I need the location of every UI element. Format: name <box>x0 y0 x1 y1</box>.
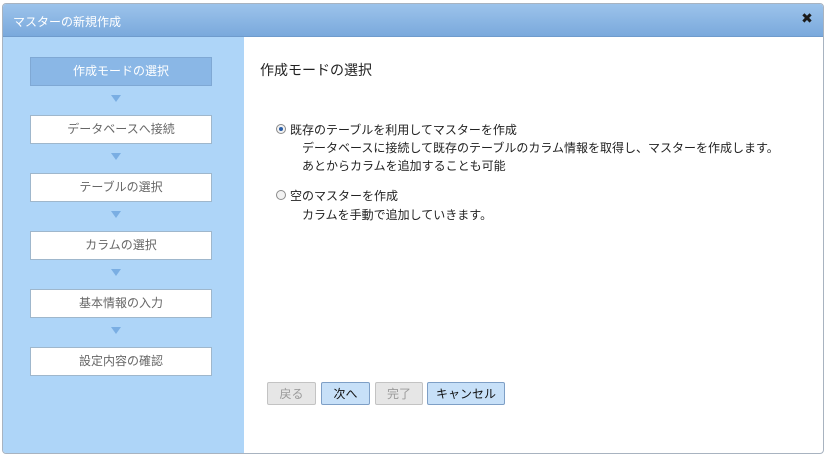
existing-table-description-line2: あとからカラムを追加することも可能 <box>302 159 506 173</box>
empty-master-radio[interactable] <box>276 190 286 200</box>
down-arrow-icon <box>111 269 121 276</box>
down-arrow-icon <box>111 153 121 160</box>
existing-table-option-label[interactable]: 既存のテーブルを利用してマスターを作成 <box>290 121 517 138</box>
dialog-titlebar: マスターの新規作成 ✖ <box>3 4 823 37</box>
empty-master-description: カラムを手動で追加していきます。 <box>302 208 493 222</box>
step-select-columns: カラムの選択 <box>30 231 212 260</box>
finish-button[interactable]: 完了 <box>375 382 423 405</box>
down-arrow-icon <box>111 327 121 334</box>
step-basic-info: 基本情報の入力 <box>30 289 212 318</box>
next-button[interactable]: 次へ <box>321 382 370 405</box>
existing-table-description-line1: データベースに接続して既存のテーブルのカラム情報を取得し、マスターを作成します。 <box>302 141 779 155</box>
step-select-mode: 作成モードの選択 <box>30 57 212 86</box>
down-arrow-icon <box>111 211 121 218</box>
dialog-title: マスターの新規作成 <box>13 15 122 29</box>
close-icon[interactable]: ✖ <box>799 11 815 27</box>
step-confirm-settings: 設定内容の確認 <box>30 347 212 376</box>
back-button[interactable]: 戻る <box>267 382 316 405</box>
cancel-button[interactable]: キャンセル <box>427 382 505 405</box>
existing-table-radio[interactable] <box>276 124 286 134</box>
step-connect-database: データベースへ接続 <box>30 115 212 144</box>
down-arrow-icon <box>111 95 121 102</box>
page-title: 作成モードの選択 <box>260 63 372 79</box>
wizard-content: 作成モードの選択 既存のテーブルを利用してマスターを作成 データベースに接続して… <box>245 37 823 453</box>
step-select-table: テーブルの選択 <box>30 173 212 202</box>
new-master-dialog: マスターの新規作成 ✖ 作成モードの選択 データベースへ接続 テーブルの選択 カ… <box>2 3 824 454</box>
empty-master-option-label[interactable]: 空のマスターを作成 <box>290 187 398 204</box>
wizard-steps-sidebar: 作成モードの選択 データベースへ接続 テーブルの選択 カラムの選択 基本情報の入… <box>3 37 244 453</box>
